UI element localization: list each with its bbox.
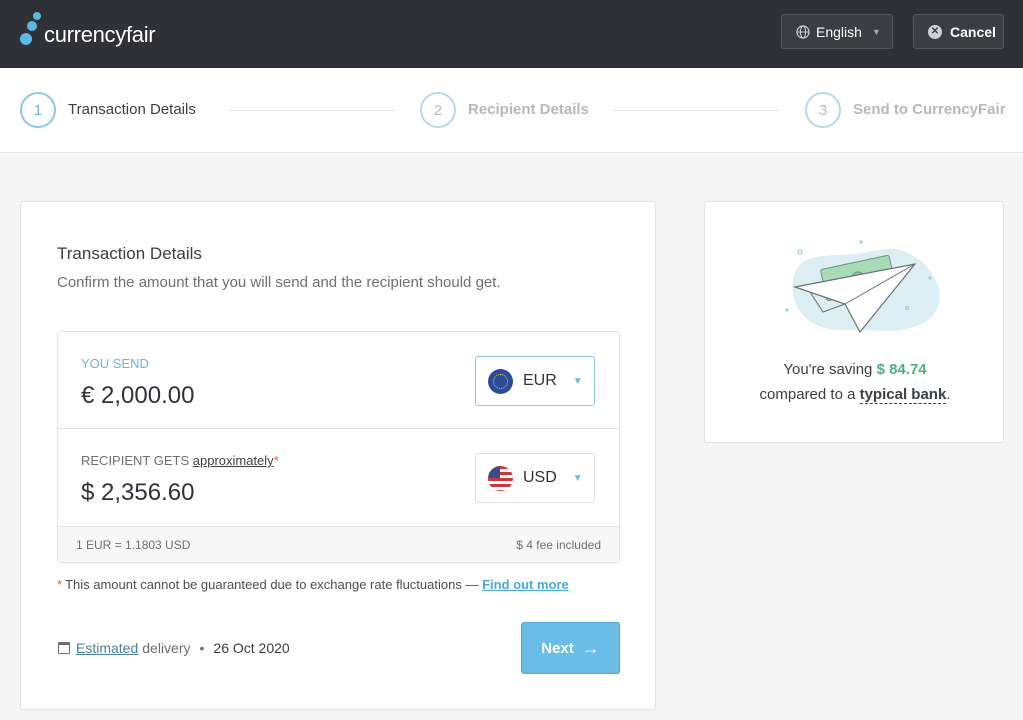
top-bar: currencyfair English ▼ ✕ Cancel xyxy=(0,0,1023,68)
get-label-group: RECIPIENT GETS approximately* xyxy=(81,453,279,468)
globe-icon xyxy=(796,24,810,39)
chevron-down-icon: ▼ xyxy=(572,472,583,484)
send-currency-code: EUR xyxy=(523,372,557,389)
amount-box: YOU SEND € 2,000.00 EUR ▼ RECIPIENT GETS… xyxy=(57,331,620,563)
us-flag-icon xyxy=(488,465,513,491)
step-2-label: Recipient Details xyxy=(468,101,589,118)
get-row: RECIPIENT GETS approximately* $ 2,356.60… xyxy=(58,429,619,526)
step-1-number: 1 xyxy=(20,92,56,128)
send-label: YOU SEND xyxy=(81,356,149,371)
delivery-label: delivery xyxy=(142,640,191,656)
brand-logo[interactable]: currencyfair xyxy=(19,11,159,55)
required-star: * xyxy=(273,453,279,468)
transaction-details-card: Transaction Details Confirm the amount t… xyxy=(20,201,656,710)
send-currency-select[interactable]: EUR ▼ xyxy=(475,356,595,406)
step-divider xyxy=(228,110,396,111)
exchange-rate-bar: 1 EUR = 1.1803 USD $ 4 fee included xyxy=(58,526,619,562)
comparison-prefix: compared to a xyxy=(759,386,856,403)
next-button[interactable]: Next → xyxy=(521,622,620,674)
card-subtitle: Confirm the amount that you will send an… xyxy=(57,274,501,291)
step-1-label: Transaction Details xyxy=(68,101,196,118)
step-3-label: Send to CurrencyFair xyxy=(853,101,1006,118)
get-amount-input[interactable]: $ 2,356.60 xyxy=(81,479,194,507)
progress-stepper: 1 Transaction Details 2 Recipient Detail… xyxy=(0,68,1023,153)
next-label: Next xyxy=(541,639,574,657)
step-divider xyxy=(612,110,780,111)
language-label: English xyxy=(816,23,862,40)
send-amount-input[interactable]: € 2,000.00 xyxy=(81,382,194,410)
get-currency-code: USD xyxy=(523,469,557,486)
chevron-down-icon: ▼ xyxy=(572,375,583,387)
get-currency-select[interactable]: USD ▼ xyxy=(475,453,595,503)
arrow-right-icon: → xyxy=(581,637,600,658)
typical-bank-tooltip[interactable]: typical bank xyxy=(859,386,947,404)
send-row: YOU SEND € 2,000.00 EUR ▼ xyxy=(58,332,619,429)
estimated-tooltip[interactable]: Estimated xyxy=(76,640,138,656)
language-selector[interactable]: English ▼ xyxy=(781,14,893,49)
paper-plane-money-illustration xyxy=(785,240,940,334)
step-2-number: 2 xyxy=(420,92,456,128)
saving-amount: $ 84.74 xyxy=(876,361,927,378)
brand-name: currencyfair xyxy=(44,22,156,47)
comparison-suffix: . xyxy=(946,386,951,403)
savings-card: You're saving $ 84.74 compared to a typi… xyxy=(704,201,1004,443)
find-out-more-link[interactable]: Find out more xyxy=(482,577,569,592)
fee-included: $ 4 fee included xyxy=(516,538,601,552)
delivery-date: 26 Oct 2020 xyxy=(213,640,290,656)
separator-dot: • xyxy=(199,640,205,656)
rate-disclaimer: * This amount cannot be guaranteed due to… xyxy=(57,577,569,592)
saving-amount-line: You're saving $ 84.74 xyxy=(705,361,1005,378)
chevron-down-icon: ▼ xyxy=(871,26,881,37)
comparison-line: compared to a typical bank. xyxy=(705,386,1005,404)
eu-flag-icon xyxy=(488,368,513,394)
disclaimer-text: This amount cannot be guaranteed due to … xyxy=(65,577,479,592)
card-title: Transaction Details xyxy=(57,244,202,263)
calendar-icon xyxy=(58,642,70,654)
disclaimer-star: * xyxy=(57,577,63,592)
cancel-button[interactable]: ✕ Cancel xyxy=(913,14,1004,49)
close-icon: ✕ xyxy=(928,24,942,39)
step-3-number: 3 xyxy=(805,92,841,128)
saving-prefix: You're saving xyxy=(783,361,873,378)
get-label: RECIPIENT GETS xyxy=(81,453,190,468)
estimated-delivery: Estimated delivery • 26 Oct 2020 xyxy=(58,640,290,656)
exchange-rate: 1 EUR = 1.1803 USD xyxy=(76,538,191,552)
approximately-tooltip[interactable]: approximately xyxy=(193,453,274,468)
cancel-label: Cancel xyxy=(950,23,996,40)
